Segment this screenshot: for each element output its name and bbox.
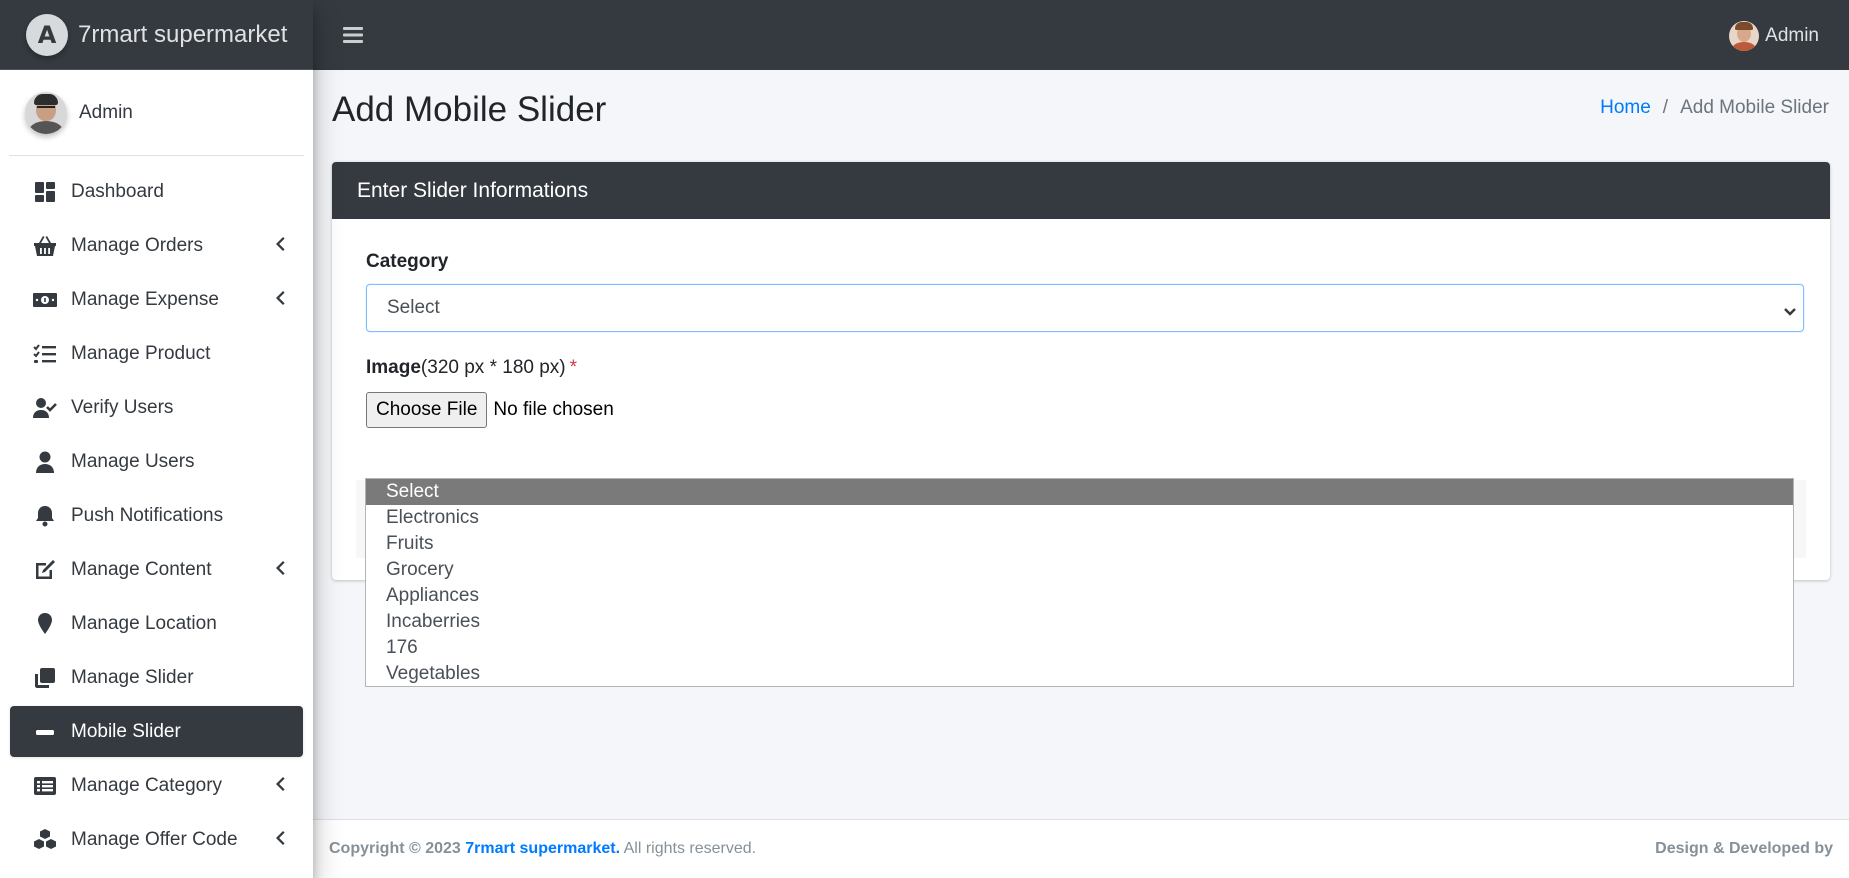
sidebar-item-verify-users[interactable]: Verify Users <box>10 382 303 433</box>
sidebar-item-label: Push Notifications <box>71 504 224 526</box>
sidebar-item-manage-category[interactable]: Manage Category <box>10 760 303 811</box>
list-alt-icon <box>32 773 58 799</box>
main-sidebar: A 7rmart supermarket Admin Dashboard Mana… <box>0 0 313 878</box>
file-status-text: No file chosen <box>493 399 614 420</box>
breadcrumb-separator: / <box>1662 97 1669 118</box>
top-navbar: Admin <box>313 0 1849 70</box>
image-size-hint: (320 px * 180 px) <box>420 357 566 378</box>
sidebar-item-label: Manage Slider <box>71 666 194 688</box>
chevron-left-icon[interactable] <box>273 776 289 794</box>
breadcrumb: Home / Add Mobile Slider <box>1600 97 1829 119</box>
sidebar-item-dashboard[interactable]: Dashboard <box>10 166 303 217</box>
top-user-menu[interactable]: Admin <box>1729 21 1819 51</box>
dropdown-option[interactable]: Appliances <box>366 583 1793 609</box>
main-footer: Copyright © 2023 7rmart supermarket. All… <box>313 819 1849 878</box>
footer-rights: All rights reserved. <box>623 840 757 857</box>
card-title: Enter Slider Informations <box>332 162 1830 219</box>
chevron-left-icon[interactable] <box>273 830 289 848</box>
chevron-left-icon[interactable] <box>273 560 289 578</box>
sidebar-item-label: Manage Product <box>71 342 211 364</box>
sidebar-nav: Dashboard Manage Orders Manage Expense Mana… <box>0 166 313 865</box>
sidebar-item-manage-content[interactable]: Manage Content <box>10 544 303 595</box>
sidebar-item-label: Manage Expense <box>71 288 219 310</box>
dropdown-option[interactable]: Electronics <box>366 505 1793 531</box>
category-select[interactable]: Select <box>366 284 1804 332</box>
tasks-list-icon <box>32 341 58 367</box>
sidebar-item-label: Manage Category <box>71 774 223 796</box>
basket-icon <box>32 233 58 259</box>
clone-icon <box>32 665 58 691</box>
avatar <box>25 91 67 134</box>
edit-icon <box>32 557 58 583</box>
dropdown-option[interactable]: Grocery <box>366 557 1793 583</box>
footer-credit: Design & Developed by <box>1655 840 1833 857</box>
cubes-icon <box>32 827 58 853</box>
footer-copyright: Copyright © 2023 7rmart supermarket. All… <box>329 840 757 857</box>
top-user-name: Admin <box>1765 25 1819 46</box>
sidebar-item-push-notifications[interactable]: Push Notifications <box>10 490 303 541</box>
brand-name: 7rmart supermarket <box>78 20 288 48</box>
sidebar-item-manage-location[interactable]: Manage Location <box>10 598 303 649</box>
image-label: Image(320 px * 180 px) * <box>366 357 578 378</box>
footer-brand-link[interactable]: 7rmart supermarket. <box>465 840 620 857</box>
chevron-left-icon[interactable] <box>273 290 289 308</box>
user-icon <box>32 449 58 475</box>
page-title: Add Mobile Slider <box>332 90 607 129</box>
minus-bar-icon <box>32 719 58 745</box>
user-panel[interactable]: Admin <box>9 70 304 156</box>
sidebar-item-label: Manage Offer Code <box>71 828 238 850</box>
dropdown-option[interactable]: Fruits <box>366 531 1793 557</box>
choose-file-button[interactable]: Choose File <box>366 392 488 428</box>
sidebar-item-label: Dashboard <box>71 180 164 202</box>
sidebar-item-label: Manage Users <box>71 450 195 472</box>
sidebar-item-manage-offer-code[interactable]: Manage Offer Code <box>10 814 303 865</box>
sidebar-item-label: Manage Content <box>71 558 212 580</box>
breadcrumb-current: Add Mobile Slider <box>1680 97 1829 118</box>
sidebar-user-name: Admin <box>79 101 133 123</box>
sidebar-item-manage-orders[interactable]: Manage Orders <box>10 220 303 271</box>
sidebar-item-manage-product[interactable]: Manage Product <box>10 328 303 379</box>
top-avatar <box>1729 21 1760 51</box>
sidebar-item-label: Manage Orders <box>71 234 204 256</box>
chevron-left-icon[interactable] <box>273 236 289 254</box>
sidebar-item-mobile-slider[interactable]: Mobile Slider <box>10 706 303 757</box>
dropdown-option[interactable]: Vegetables <box>366 661 1793 687</box>
breadcrumb-home-link[interactable]: Home <box>1600 97 1651 119</box>
category-label: Category <box>366 251 449 272</box>
required-mark: * <box>569 357 578 378</box>
dashboard-icon <box>32 179 58 205</box>
brand-logo-icon: A <box>26 13 68 56</box>
image-file-input[interactable]: Choose File No file chosen <box>366 392 614 428</box>
sidebar-item-manage-slider[interactable]: Manage Slider <box>10 652 303 703</box>
dropdown-option[interactable]: Select <box>366 479 1793 505</box>
category-select-value: Select <box>387 297 440 318</box>
category-dropdown-list: Select Electronics Fruits Grocery Appliances… <box>365 478 1794 687</box>
money-bill-icon <box>32 287 58 313</box>
sidebar-item-manage-users[interactable]: Manage Users <box>10 436 303 487</box>
map-marker-icon <box>32 611 58 637</box>
dropdown-option[interactable]: 176 <box>366 635 1793 661</box>
user-check-icon <box>32 395 58 421</box>
menu-toggle-icon[interactable] <box>340 22 366 48</box>
sidebar-item-label: Verify Users <box>71 396 174 418</box>
chevron-down-icon <box>1783 302 1797 316</box>
sidebar-item-label: Mobile Slider <box>71 720 181 742</box>
brand-link[interactable]: A 7rmart supermarket <box>0 0 313 70</box>
sidebar-item-manage-expense[interactable]: Manage Expense <box>10 274 303 325</box>
dropdown-option[interactable]: Incaberries <box>366 609 1793 635</box>
sidebar-item-label: Manage Location <box>71 612 217 634</box>
bell-icon <box>32 503 58 529</box>
